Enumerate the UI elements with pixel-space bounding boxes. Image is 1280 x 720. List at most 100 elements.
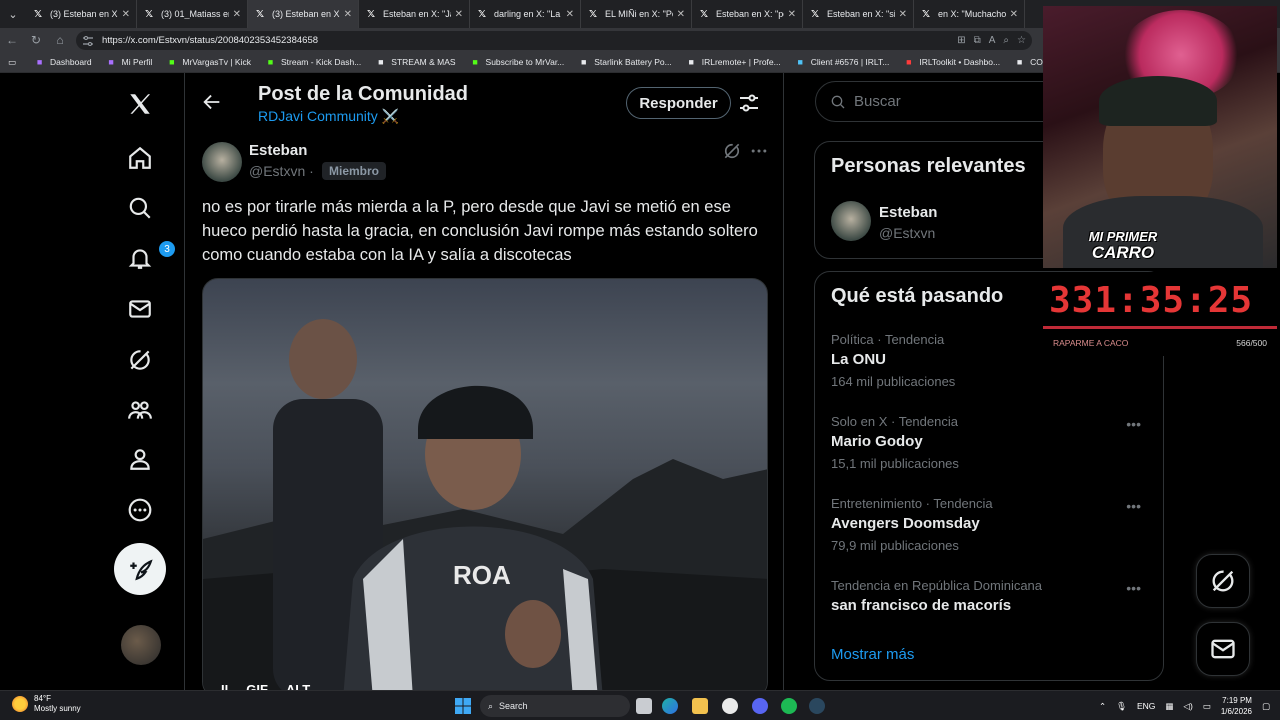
edge-icon[interactable] — [662, 698, 678, 714]
tab-close-icon[interactable]: ✕ — [566, 9, 574, 20]
windows-start-icon[interactable] — [455, 698, 471, 714]
file-explorer-icon[interactable] — [692, 698, 708, 714]
home-icon[interactable] — [118, 136, 162, 180]
taskbar-search-box[interactable]: ⌕ Search — [480, 695, 630, 717]
tray-chevron-icon[interactable]: ⌃ — [1099, 701, 1106, 712]
bookmark-star-icon[interactable]: ☆ — [1017, 35, 1026, 46]
tab-close-icon[interactable]: ✕ — [899, 9, 907, 20]
browser-tab[interactable]: 𝕏 EL MIÑi en X: "Pero ✕ — [581, 0, 692, 28]
install-icon[interactable]: ⧉ — [974, 35, 981, 46]
network-icon[interactable]: ▦ — [1165, 701, 1173, 712]
system-tray: ⌃ 🎙 ENG ▦ ◁) ▭ 7:19 PM 1/6/2026 ▢ — [1099, 695, 1270, 717]
trend-item[interactable]: Solo en X · Tendencia Mario Godoy 15,1 m… — [831, 414, 1151, 471]
relevant-name[interactable]: Esteban — [879, 204, 937, 221]
volume-icon[interactable]: ◁) — [1183, 701, 1192, 712]
notifications-tray-icon[interactable]: ▢ — [1262, 701, 1270, 712]
grok-fab-button[interactable] — [1196, 554, 1250, 608]
account-avatar[interactable] — [121, 625, 161, 665]
relevant-handle[interactable]: @Estxvn — [879, 225, 935, 241]
battery-icon[interactable]: ▭ — [1203, 701, 1211, 712]
author-name[interactable]: Esteban — [249, 142, 307, 159]
reload-icon[interactable]: ↻ — [24, 28, 48, 52]
browser-tab[interactable]: 𝕏darling en X: "La ven ✕ — [470, 0, 581, 28]
tab-close-icon[interactable]: ✕ — [1010, 9, 1018, 20]
clock[interactable]: 7:19 PM 1/6/2026 — [1221, 695, 1252, 717]
trend-more-icon[interactable]: ••• — [1126, 498, 1141, 514]
reply-button[interactable]: Responder — [626, 87, 731, 119]
language-indicator[interactable]: ENG — [1137, 701, 1155, 711]
apps-icon[interactable]: ⊞ — [957, 35, 965, 46]
browser-tab[interactable]: 𝕏 (3) 01_Matiass en X: ✕ — [137, 0, 248, 28]
community-link[interactable]: RDJavi Community ⚔️ — [258, 108, 399, 125]
show-more-link[interactable]: Mostrar más — [831, 646, 914, 663]
bookmark-item[interactable]: ■ Stream - Kick Dash... — [265, 57, 362, 68]
browser-tab[interactable]: 𝕏 Esteban en X: "Javi e ✕ — [359, 0, 470, 28]
task-view-icon[interactable] — [636, 698, 652, 714]
trend-more-icon[interactable]: ••• — [1126, 580, 1141, 596]
url-input[interactable]: https://x.com/Estxvn/status/200840235345… — [76, 31, 1032, 50]
tab-close-icon[interactable]: ✕ — [233, 9, 241, 20]
messages-fab-button[interactable] — [1196, 622, 1250, 676]
post-gif-media[interactable]: ROA II GIF ALT — [202, 278, 768, 698]
tab-close-icon[interactable]: ✕ — [122, 9, 130, 20]
bookmark-menu-icon[interactable]: ▭ — [8, 57, 16, 68]
back-nav-icon[interactable]: ← — [0, 28, 24, 52]
spotify-icon[interactable] — [781, 698, 797, 714]
bell-icon[interactable]: 3 — [118, 236, 175, 280]
bookmark-item[interactable]: ■ IRLToolkit • Dashbo... — [903, 57, 1000, 68]
author-handle[interactable]: @Estxvn · — [249, 163, 314, 179]
relevant-avatar[interactable] — [831, 201, 871, 241]
communities-icon[interactable] — [118, 388, 162, 432]
browser-tab[interactable]: 𝕏 (3) Esteban en X: "no ✕ — [248, 0, 359, 28]
clock-time: 7:19 PM — [1222, 696, 1252, 705]
bookmark-item[interactable]: ■ Dashboard — [34, 57, 92, 68]
x-logo-icon[interactable] — [118, 82, 162, 126]
trend-name: Avengers Doomsday — [831, 515, 980, 532]
zoom-icon[interactable]: ⌕ — [1003, 35, 1009, 46]
grok-explain-icon[interactable] — [722, 141, 742, 161]
site-info-icon[interactable] — [82, 35, 94, 47]
reply-settings-icon[interactable] — [737, 91, 761, 115]
tab-close-icon[interactable]: ✕ — [788, 9, 796, 20]
more-icon[interactable] — [118, 488, 162, 532]
profile-icon[interactable] — [118, 437, 162, 481]
bookmark-item[interactable]: ■ Subscribe to MrVar... — [470, 57, 565, 68]
kick-icon: ■ — [472, 57, 478, 67]
tab-close-icon[interactable]: ✕ — [677, 9, 685, 20]
author-avatar[interactable] — [202, 142, 242, 182]
post-more-icon[interactable] — [749, 141, 769, 161]
bookmark-label: Subscribe to MrVar... — [485, 57, 565, 67]
browser-tab[interactable]: 𝕏 Esteban en X: "pero ✕ — [692, 0, 803, 28]
mic-icon[interactable]: 🎙 — [1116, 701, 1127, 712]
trend-more-icon[interactable]: ••• — [1126, 416, 1141, 432]
tab-title: (3) Esteban en X: "Ja — [50, 9, 118, 19]
bookmark-item[interactable]: ■ IRLremote+ | Profe... — [686, 57, 781, 68]
bookmark-item[interactable]: ■ Client #6576 | IRLT... — [795, 57, 890, 68]
grok-icon[interactable] — [118, 338, 162, 382]
tab-search-icon[interactable]: ⌄ — [0, 0, 26, 28]
trend-meta: Tendencia en República Dominicana — [831, 578, 1043, 593]
bookmark-label: Dashboard — [50, 57, 92, 67]
search-icon[interactable] — [118, 186, 162, 230]
bookmark-item[interactable]: ■ Starlink Battery Po... — [578, 57, 672, 68]
compose-post-button[interactable] — [114, 543, 166, 595]
notification-badge: 3 — [159, 241, 175, 257]
browser-tab[interactable]: 𝕏 Esteban en X: "siem ✕ — [803, 0, 914, 28]
bookmark-item[interactable]: ■ STREAM & MAS — [375, 57, 455, 68]
steam-icon[interactable] — [809, 698, 825, 714]
tab-close-icon[interactable]: ✕ — [455, 9, 463, 20]
trend-item[interactable]: Entretenimiento · Tendencia Avengers Doo… — [831, 496, 1151, 553]
bookmark-item[interactable]: ■ MrVargasTv | Kick — [166, 57, 251, 68]
mail-icon[interactable] — [118, 287, 162, 331]
discord-icon[interactable] — [752, 698, 768, 714]
browser-tab[interactable]: 𝕏en X: "Muchacho ✕ — [914, 0, 1025, 28]
trend-item[interactable]: Tendencia en República Dominicana san fr… — [831, 578, 1151, 614]
tab-close-icon[interactable]: ✕ — [344, 9, 352, 20]
bookmark-item[interactable]: ■ Mi Perfil — [106, 57, 152, 68]
home-nav-icon[interactable]: ⌂ — [48, 28, 72, 52]
chrome-icon[interactable] — [722, 698, 738, 714]
back-arrow-icon[interactable] — [201, 91, 223, 113]
weather-widget[interactable]: 84°F Mostly sunny — [12, 694, 81, 714]
browser-tab[interactable]: 𝕏 (3) Esteban en X: "Ja ✕ — [26, 0, 137, 28]
translate-icon[interactable]: A — [989, 35, 996, 46]
